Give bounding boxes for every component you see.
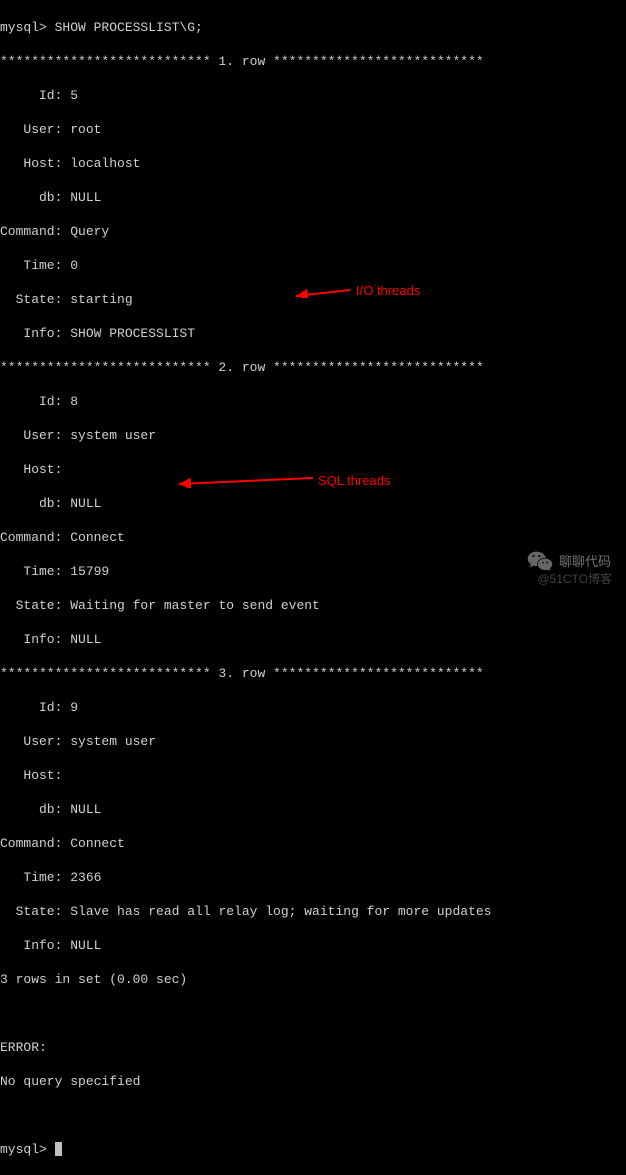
field-state: State: starting — [0, 291, 626, 308]
field-host: Host: — [0, 767, 626, 784]
blank-line — [0, 1107, 626, 1124]
field-time: Time: 0 — [0, 257, 626, 274]
field-db: db: NULL — [0, 495, 626, 512]
field-command: Command: Query — [0, 223, 626, 240]
field-user: User: system user — [0, 427, 626, 444]
annotation-sql-threads: SQL threads — [318, 472, 391, 489]
watermark: 聊聊代码 — [527, 550, 611, 572]
cursor-icon — [55, 1142, 62, 1156]
error-label: ERROR: — [0, 1039, 626, 1056]
field-db: db: NULL — [0, 801, 626, 818]
field-user: User: root — [0, 121, 626, 138]
annotation-io-threads: I/O threads — [356, 282, 420, 299]
field-time: Time: 2366 — [0, 869, 626, 886]
error-message: No query specified — [0, 1073, 626, 1090]
summary-line: 3 rows in set (0.00 sec) — [0, 971, 626, 988]
field-id: Id: 8 — [0, 393, 626, 410]
field-db: db: NULL — [0, 189, 626, 206]
field-info: Info: SHOW PROCESSLIST — [0, 325, 626, 342]
field-state: State: Slave has read all relay log; wai… — [0, 903, 626, 920]
blank-line — [0, 1005, 626, 1022]
field-command: Command: Connect — [0, 835, 626, 852]
watermark-text-secondary: @51CTO博客 — [537, 571, 612, 588]
field-id: Id: 5 — [0, 87, 626, 104]
terminal-output: mysql> SHOW PROCESSLIST\G; *************… — [0, 0, 626, 1175]
field-info: Info: NULL — [0, 631, 626, 648]
field-user: User: system user — [0, 733, 626, 750]
row-separator: *************************** 2. row *****… — [0, 359, 626, 376]
field-host: Host: — [0, 461, 626, 478]
watermark-text: 聊聊代码 — [559, 553, 611, 570]
row-separator: *************************** 3. row *****… — [0, 665, 626, 682]
field-info: Info: NULL — [0, 937, 626, 954]
field-state: State: Waiting for master to send event — [0, 597, 626, 614]
prompt-line[interactable]: mysql> — [0, 1141, 626, 1158]
command-line: mysql> SHOW PROCESSLIST\G; — [0, 19, 626, 36]
field-host: Host: localhost — [0, 155, 626, 172]
wechat-icon — [527, 550, 553, 572]
row-separator: *************************** 1. row *****… — [0, 53, 626, 70]
field-id: Id: 9 — [0, 699, 626, 716]
field-command: Command: Connect — [0, 529, 626, 546]
